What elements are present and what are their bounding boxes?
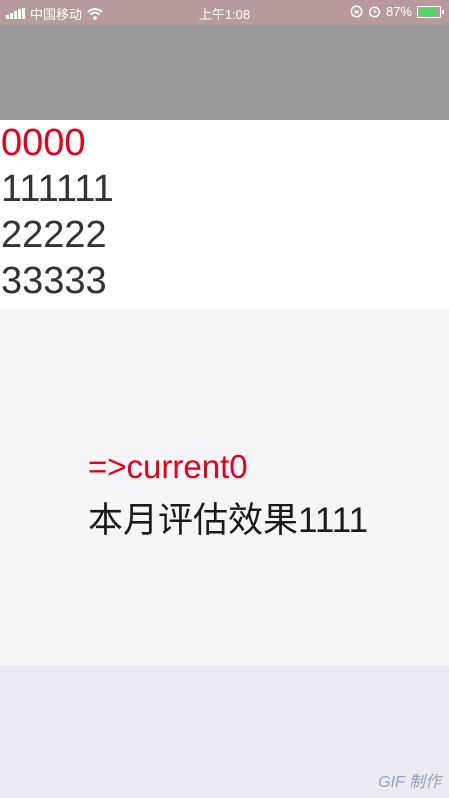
- status-right: 87%: [350, 4, 444, 19]
- navigation-bar: [0, 25, 449, 120]
- current-indicator: =>current0: [88, 448, 248, 485]
- alarm-icon: [368, 6, 381, 18]
- battery-percent: 87%: [385, 4, 412, 19]
- rotation-lock-icon: [350, 5, 363, 18]
- list-item[interactable]: 33333: [0, 258, 449, 304]
- watermark: GIF 制作: [378, 774, 441, 791]
- item-list: 0000 111111 22222 33333: [0, 120, 449, 309]
- list-item[interactable]: 0000: [0, 120, 449, 166]
- detail-panel: =>current0 本月评估效果1111: [0, 309, 449, 666]
- detail-description: 本月评估效果1111: [88, 501, 369, 540]
- status-bar: 中国移动 上午1:08 87%: [0, 0, 449, 25]
- list-item[interactable]: 22222: [0, 212, 449, 258]
- list-item[interactable]: 111111: [0, 166, 449, 212]
- battery-fill: [419, 7, 436, 16]
- battery-icon: [417, 5, 444, 18]
- bottom-area: GIF 制作: [0, 666, 449, 798]
